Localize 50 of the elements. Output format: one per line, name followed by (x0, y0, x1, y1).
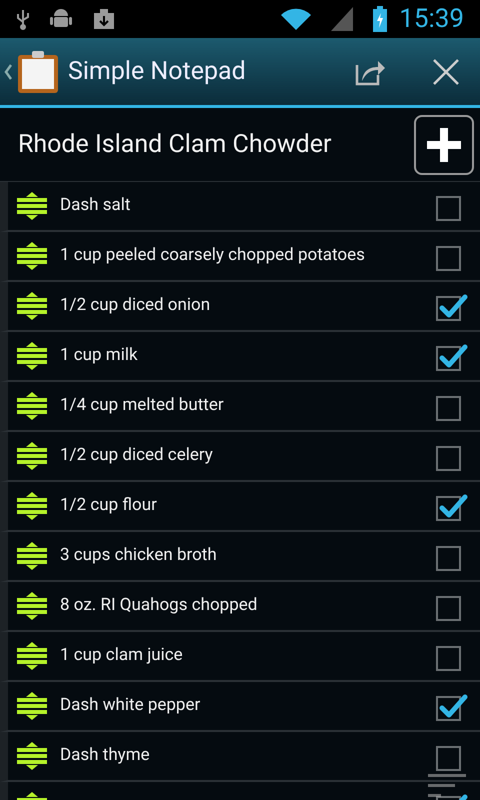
app-home-button[interactable] (4, 50, 60, 94)
usb-icon (16, 8, 30, 30)
list-row[interactable]: Dash thyme (0, 732, 480, 782)
drag-handle-icon[interactable] (16, 242, 48, 270)
drag-handle-icon[interactable] (16, 492, 48, 520)
drag-handle-icon[interactable] (16, 542, 48, 570)
wifi-icon (281, 7, 312, 31)
drag-handle-icon[interactable] (16, 342, 48, 370)
drag-handle-icon[interactable] (16, 442, 48, 470)
close-icon (432, 58, 460, 86)
item-label: 8 oz. RI Quahogs chopped (60, 594, 258, 618)
list-row[interactable]: Dash salt (0, 182, 480, 232)
list-row[interactable]: 1 cup clam juice (0, 632, 480, 682)
clock-time: 15:39 (399, 2, 464, 36)
item-label: 1/2 cup diced celery (60, 444, 214, 468)
item-label: Dash thyme (60, 744, 151, 768)
list-row[interactable]: 3 cups chicken broth (0, 532, 480, 582)
drag-handle-icon[interactable] (16, 742, 48, 770)
item-label: 1 cup clam juice (60, 644, 184, 668)
list-row[interactable]: 1/2 cup diced celery (0, 432, 480, 482)
app-title: Simple Notepad (68, 56, 246, 88)
battery-icon (373, 6, 388, 32)
list-row[interactable]: 1/4 cup melted butter (0, 382, 480, 432)
drag-handle-icon[interactable] (16, 692, 48, 720)
drag-handle-icon[interactable] (16, 292, 48, 320)
drag-handle-icon[interactable] (16, 392, 48, 420)
item-label: 1 cup milk (60, 344, 139, 368)
back-caret-icon (4, 64, 12, 80)
item-label: 1 cup peeled coarsely chopped potatoes (60, 244, 366, 268)
list-row[interactable]: 8 oz. RI Quahogs chopped (0, 582, 480, 632)
item-label: Dash white pepper (60, 694, 202, 718)
signal-icon (331, 7, 354, 31)
plus-icon (427, 128, 461, 162)
add-button[interactable] (414, 114, 474, 174)
download-icon (92, 7, 116, 31)
drag-handle-icon[interactable] (16, 192, 48, 220)
drag-handle-icon[interactable] (16, 592, 48, 620)
item-label: 3 cups chicken broth (60, 544, 218, 568)
item-label: 1/2 cup diced onion (60, 294, 212, 318)
list-row[interactable]: 1 cup milk (0, 332, 480, 382)
list-row[interactable]: Dash white pepper (0, 682, 480, 732)
item-label: 1/2 cup flour (60, 494, 158, 518)
item-label: 1/4 cup melted butter (60, 394, 225, 418)
note-title: Rhode Island Clam Chowder (18, 128, 332, 161)
list-row[interactable]: 1 cup peeled coarsely chopped potatoes (0, 232, 480, 282)
list-row[interactable]: 1/2 cup diced onion (0, 282, 480, 332)
list-row[interactable]: 1/2 cup flour (0, 482, 480, 532)
drag-handle-icon[interactable] (16, 642, 48, 670)
item-label: Dash salt (60, 194, 132, 218)
clipboard-icon (16, 50, 60, 94)
